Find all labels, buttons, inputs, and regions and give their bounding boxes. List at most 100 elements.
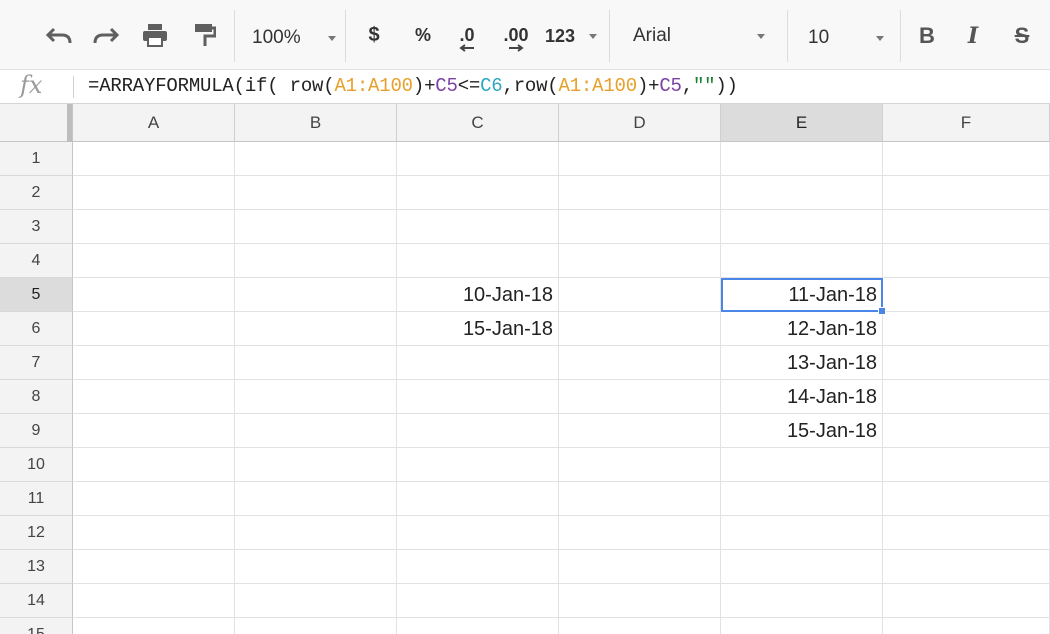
cell-d15[interactable] (559, 618, 721, 634)
cell-e7[interactable]: 13-Jan-18 (721, 346, 883, 380)
cell-f8[interactable] (883, 380, 1050, 414)
cell-f12[interactable] (883, 516, 1050, 550)
formula-input[interactable]: =ARRAYFORMULA(if( row(A1:A100)+C5<=C6,ro… (88, 75, 738, 97)
cell-b4[interactable] (235, 244, 397, 278)
row-header-13[interactable]: 13 (0, 550, 73, 584)
cell-d3[interactable] (559, 210, 721, 244)
row-header-2[interactable]: 2 (0, 176, 73, 210)
cell-d11[interactable] (559, 482, 721, 516)
cell-a6[interactable] (73, 312, 235, 346)
row-header-10[interactable]: 10 (0, 448, 73, 482)
column-header-c[interactable]: C (397, 104, 559, 142)
cell-e11[interactable] (721, 482, 883, 516)
cell-c2[interactable] (397, 176, 559, 210)
cell-d6[interactable] (559, 312, 721, 346)
select-all-corner[interactable] (0, 104, 73, 142)
paint-format-icon[interactable] (191, 22, 219, 48)
cell-f1[interactable] (883, 142, 1050, 176)
cell-b6[interactable] (235, 312, 397, 346)
cell-e6[interactable]: 12-Jan-18 (721, 312, 883, 346)
cell-c6[interactable]: 15-Jan-18 (397, 312, 559, 346)
cell-f13[interactable] (883, 550, 1050, 584)
row-header-3[interactable]: 3 (0, 210, 73, 244)
freeze-handle[interactable] (67, 104, 72, 142)
cell-a8[interactable] (73, 380, 235, 414)
cell-b8[interactable] (235, 380, 397, 414)
cell-e15[interactable] (721, 618, 883, 634)
cell-c3[interactable] (397, 210, 559, 244)
cell-b9[interactable] (235, 414, 397, 448)
cell-f3[interactable] (883, 210, 1050, 244)
cell-c13[interactable] (397, 550, 559, 584)
print-icon[interactable] (140, 22, 170, 48)
increase-decimal-button[interactable]: .00 (498, 22, 534, 56)
row-header-15[interactable]: 15 (0, 618, 73, 634)
cell-f10[interactable] (883, 448, 1050, 482)
cell-d5[interactable] (559, 278, 721, 312)
cell-b15[interactable] (235, 618, 397, 634)
cell-a1[interactable] (73, 142, 235, 176)
cell-b2[interactable] (235, 176, 397, 210)
cell-d10[interactable] (559, 448, 721, 482)
currency-format-button[interactable]: $ (360, 22, 388, 48)
cell-e12[interactable] (721, 516, 883, 550)
cell-f14[interactable] (883, 584, 1050, 618)
italic-button[interactable]: I (960, 22, 986, 50)
cell-c12[interactable] (397, 516, 559, 550)
font-family-select[interactable]: Arial (633, 24, 765, 48)
cell-f11[interactable] (883, 482, 1050, 516)
cell-c9[interactable] (397, 414, 559, 448)
more-formats-select[interactable]: 123 (545, 24, 597, 48)
cell-a4[interactable] (73, 244, 235, 278)
cell-b12[interactable] (235, 516, 397, 550)
cell-a2[interactable] (73, 176, 235, 210)
cell-f15[interactable] (883, 618, 1050, 634)
cell-a14[interactable] (73, 584, 235, 618)
row-header-6[interactable]: 6 (0, 312, 73, 346)
cell-e2[interactable] (721, 176, 883, 210)
cell-e5[interactable]: 11-Jan-18 (721, 278, 883, 312)
cell-b5[interactable] (235, 278, 397, 312)
cell-b11[interactable] (235, 482, 397, 516)
cell-b10[interactable] (235, 448, 397, 482)
cell-c15[interactable] (397, 618, 559, 634)
undo-icon[interactable] (44, 24, 74, 48)
cell-f7[interactable] (883, 346, 1050, 380)
column-header-a[interactable]: A (73, 104, 235, 142)
cell-e8[interactable]: 14-Jan-18 (721, 380, 883, 414)
cell-e3[interactable] (721, 210, 883, 244)
cell-d9[interactable] (559, 414, 721, 448)
cell-d12[interactable] (559, 516, 721, 550)
cell-b3[interactable] (235, 210, 397, 244)
row-header-7[interactable]: 7 (0, 346, 73, 380)
column-header-b[interactable]: B (235, 104, 397, 142)
cell-e4[interactable] (721, 244, 883, 278)
column-header-f[interactable]: F (883, 104, 1050, 142)
cell-d2[interactable] (559, 176, 721, 210)
cell-b13[interactable] (235, 550, 397, 584)
cell-b14[interactable] (235, 584, 397, 618)
cell-c5[interactable]: 10-Jan-18 (397, 278, 559, 312)
cell-c8[interactable] (397, 380, 559, 414)
cell-c14[interactable] (397, 584, 559, 618)
row-header-11[interactable]: 11 (0, 482, 73, 516)
cell-a12[interactable] (73, 516, 235, 550)
cell-e1[interactable] (721, 142, 883, 176)
cell-a11[interactable] (73, 482, 235, 516)
cell-d7[interactable] (559, 346, 721, 380)
cell-e9[interactable]: 15-Jan-18 (721, 414, 883, 448)
cell-c1[interactable] (397, 142, 559, 176)
cell-a9[interactable] (73, 414, 235, 448)
cell-a13[interactable] (73, 550, 235, 584)
row-header-12[interactable]: 12 (0, 516, 73, 550)
cell-e10[interactable] (721, 448, 883, 482)
cell-a10[interactable] (73, 448, 235, 482)
cell-e13[interactable] (721, 550, 883, 584)
cell-b1[interactable] (235, 142, 397, 176)
cell-f9[interactable] (883, 414, 1050, 448)
cell-c4[interactable] (397, 244, 559, 278)
row-header-14[interactable]: 14 (0, 584, 73, 618)
row-header-4[interactable]: 4 (0, 244, 73, 278)
row-header-8[interactable]: 8 (0, 380, 73, 414)
cell-c7[interactable] (397, 346, 559, 380)
